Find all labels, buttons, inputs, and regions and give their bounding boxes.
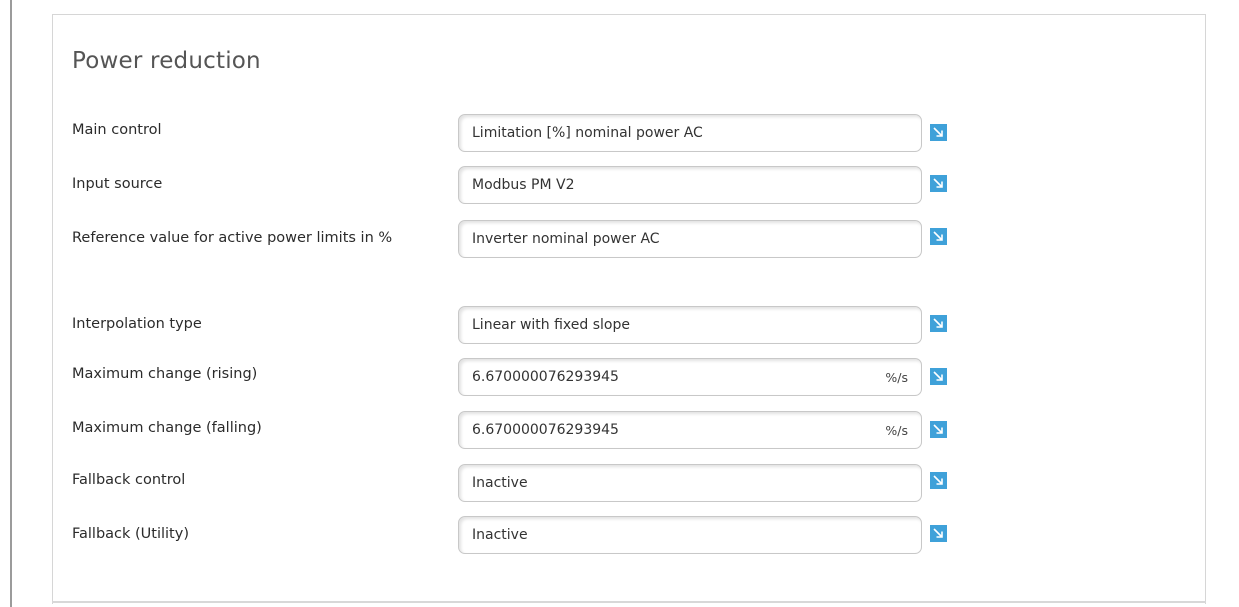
fallback-control-arrow-icon[interactable] bbox=[930, 472, 947, 489]
page: Power reduction Main control Limitation … bbox=[0, 0, 1239, 607]
main-control-value: Limitation [%] nominal power AC bbox=[472, 125, 703, 141]
input-source-value: Modbus PM V2 bbox=[472, 177, 575, 193]
interpolation-type-select[interactable]: Linear with fixed slope bbox=[458, 306, 922, 344]
interpolation-type-label: Interpolation type bbox=[72, 316, 202, 332]
main-control-select[interactable]: Limitation [%] nominal power AC bbox=[458, 114, 922, 152]
fallback-utility-label: Fallback (Utility) bbox=[72, 526, 189, 542]
max-change-rising-label: Maximum change (rising) bbox=[72, 366, 258, 382]
fallback-utility-value: Inactive bbox=[472, 527, 528, 543]
max-change-rising-unit: %/s bbox=[885, 369, 908, 385]
reference-value-arrow-icon[interactable] bbox=[930, 228, 947, 245]
interpolation-type-arrow-icon[interactable] bbox=[930, 315, 947, 332]
fallback-control-select[interactable]: Inactive bbox=[458, 464, 922, 502]
input-source-arrow-icon[interactable] bbox=[930, 175, 947, 192]
max-change-rising-arrow-icon[interactable] bbox=[930, 368, 947, 385]
main-control-arrow-icon[interactable] bbox=[930, 124, 947, 141]
reference-value-label: Reference value for active power limits … bbox=[72, 230, 393, 246]
interpolation-type-value: Linear with fixed slope bbox=[472, 317, 630, 333]
reference-value-select[interactable]: Inverter nominal power AC bbox=[458, 220, 922, 258]
input-source-select[interactable]: Modbus PM V2 bbox=[458, 166, 922, 204]
max-change-falling-label: Maximum change (falling) bbox=[72, 420, 262, 436]
reference-value-value: Inverter nominal power AC bbox=[472, 231, 660, 247]
max-change-rising-input[interactable]: 6.670000076293945 %/s bbox=[458, 358, 922, 396]
panel-bottom-divider bbox=[52, 601, 1206, 603]
input-source-label: Input source bbox=[72, 176, 163, 192]
max-change-falling-arrow-icon[interactable] bbox=[930, 421, 947, 438]
fallback-utility-select[interactable]: Inactive bbox=[458, 516, 922, 554]
fallback-control-value: Inactive bbox=[472, 475, 528, 491]
max-change-falling-input[interactable]: 6.670000076293945 %/s bbox=[458, 411, 922, 449]
fallback-utility-arrow-icon[interactable] bbox=[930, 525, 947, 542]
fallback-control-label: Fallback control bbox=[72, 472, 186, 488]
panel-title: Power reduction bbox=[72, 48, 261, 74]
left-divider bbox=[10, 0, 12, 607]
max-change-rising-value: 6.670000076293945 bbox=[472, 369, 619, 385]
max-change-falling-unit: %/s bbox=[885, 422, 908, 438]
max-change-falling-value: 6.670000076293945 bbox=[472, 422, 619, 438]
main-control-label: Main control bbox=[72, 122, 162, 138]
